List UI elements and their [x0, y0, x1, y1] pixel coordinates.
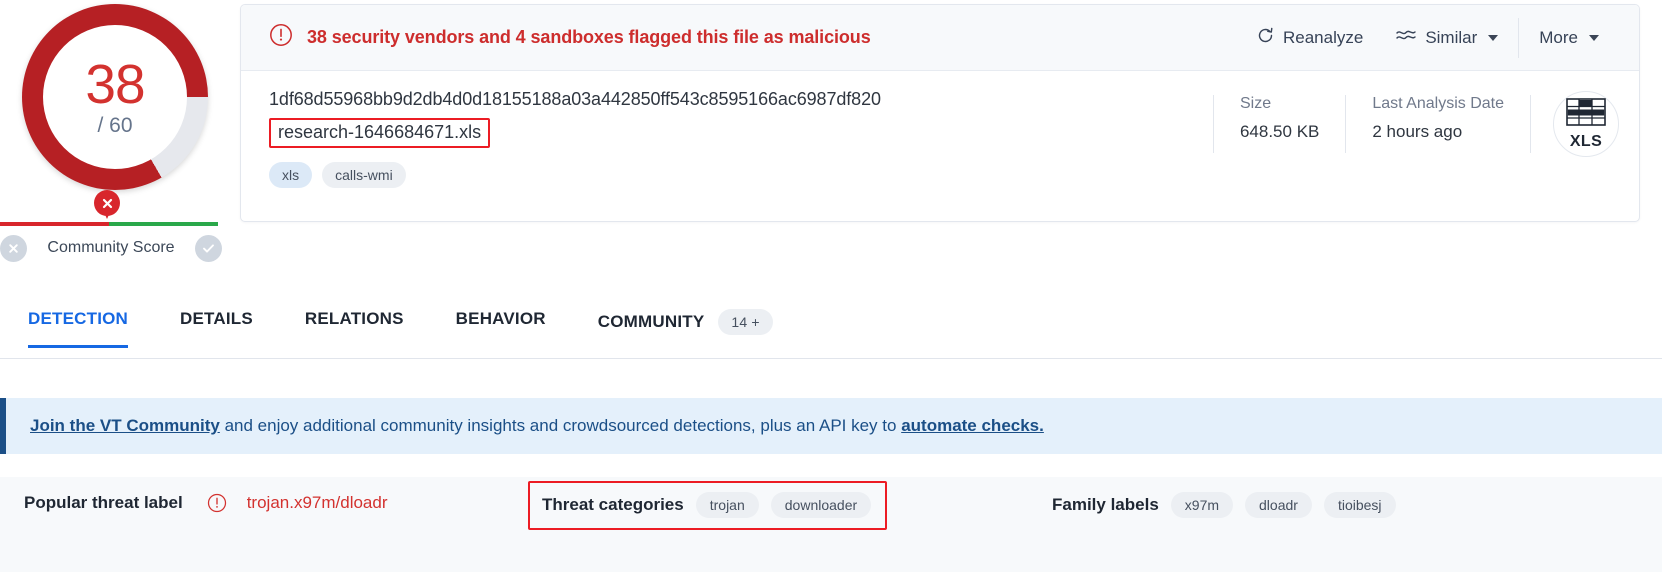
- threat-category-chip[interactable]: downloader: [770, 492, 872, 518]
- check-circle-icon[interactable]: [195, 234, 222, 262]
- exclamation-circle-icon: [269, 23, 293, 52]
- file-tag[interactable]: calls-wmi: [322, 162, 406, 188]
- tab-detection[interactable]: DETECTION: [28, 305, 129, 348]
- alert-message: 38 security vendors and 4 sandboxes flag…: [307, 27, 871, 47]
- vt-community-banner: Join the VT Community and enjoy addition…: [0, 398, 1662, 454]
- join-community-link[interactable]: Join the VT Community: [30, 416, 220, 435]
- community-bar-harmless: [109, 222, 218, 226]
- card-body: 1df68d55968bb9d2db4d0d18155188a03a442850…: [241, 71, 1639, 221]
- detection-score-panel: 38 / 60 Community Score: [0, 0, 232, 272]
- file-size-value: 648.50 KB: [1239, 122, 1320, 141]
- family-label-chip[interactable]: x97m: [1170, 492, 1234, 518]
- family-labels-block: Family labels x97m dloadr tioibesj: [1052, 492, 1396, 518]
- threat-categories-highlight: Threat categories trojan downloader: [528, 481, 888, 530]
- tab-behavior[interactable]: BEHAVIOR: [456, 305, 546, 348]
- community-bar-malicious: [0, 222, 109, 226]
- detection-total: / 60: [97, 113, 133, 137]
- detection-count: 38: [85, 52, 145, 115]
- threat-category-chip[interactable]: trojan: [695, 492, 759, 518]
- gauge-center: 38 / 60: [43, 25, 187, 169]
- file-metadata: Size 648.50 KB Last Analysis Date 2 hour…: [1212, 89, 1619, 221]
- chevron-down-icon: [1488, 34, 1499, 41]
- file-name[interactable]: research-1646684671.xls: [278, 122, 481, 142]
- popular-threat-label-value[interactable]: trojan.x97m/dloadr: [247, 493, 388, 513]
- banner-middle-text: and enjoy additional community insights …: [219, 416, 902, 435]
- x-mark-icon: [94, 190, 120, 216]
- file-hash[interactable]: 1df68d55968bb9d2db4d0d18155188a03a442850…: [269, 89, 1213, 110]
- refresh-icon: [1256, 26, 1275, 50]
- tab-label: COMMUNITY: [597, 312, 705, 331]
- community-score-bar: [0, 222, 218, 226]
- file-size-block: Size 648.50 KB: [1214, 95, 1345, 142]
- reanalyze-button[interactable]: Reanalyze: [1240, 22, 1379, 54]
- popular-threat-label-block: Popular threat label trojan.x97m/dloadr: [24, 493, 388, 513]
- more-button[interactable]: More: [1523, 24, 1615, 52]
- popular-threat-label-title: Popular threat label: [24, 493, 183, 512]
- family-labels-title: Family labels: [1052, 495, 1159, 514]
- chevron-down-icon: [1589, 34, 1599, 41]
- tab-label: RELATIONS: [304, 309, 404, 328]
- card-header-actions: Reanalyze Similar More: [1240, 17, 1615, 58]
- virustotal-file-report: 38 / 60 Community Score 38 security vend…: [0, 0, 1662, 572]
- reanalyze-label: Reanalyze: [1282, 27, 1364, 47]
- community-count-badge: 14 +: [718, 309, 773, 335]
- x-circle-icon[interactable]: [0, 234, 27, 262]
- detection-gauge: 38 / 60: [22, 4, 208, 190]
- file-tags: xls calls-wmi: [269, 162, 1213, 188]
- spreadsheet-icon: [1566, 97, 1606, 131]
- file-tag[interactable]: xls: [269, 162, 313, 188]
- threat-categories-title: Threat categories: [542, 495, 684, 514]
- tab-label: BEHAVIOR: [455, 309, 546, 328]
- banner-message: Join the VT Community and enjoy addition…: [30, 416, 1044, 436]
- malicious-verdict-pin: [94, 190, 120, 223]
- report-tabs: DETECTION DETAILS RELATIONS BEHAVIOR COM…: [0, 305, 1662, 359]
- community-score-row: Community Score: [0, 232, 222, 264]
- file-name-highlight: research-1646684671.xls: [269, 118, 491, 148]
- automate-checks-link[interactable]: automate checks.: [901, 416, 1044, 435]
- tab-label: DETAILS: [180, 309, 253, 328]
- meta-divider: [1530, 95, 1531, 153]
- community-score-label: Community Score: [47, 239, 175, 256]
- file-summary-card: 38 security vendors and 4 sandboxes flag…: [240, 4, 1640, 222]
- tab-community[interactable]: COMMUNITY 14 +: [598, 305, 773, 354]
- tab-label: DETECTION: [28, 309, 129, 328]
- family-label-chip[interactable]: tioibesj: [1323, 492, 1396, 518]
- file-size-label: Size: [1239, 95, 1272, 112]
- similar-button[interactable]: Similar: [1379, 23, 1514, 52]
- header-divider: [1518, 17, 1520, 58]
- more-label: More: [1539, 27, 1578, 47]
- tab-details[interactable]: DETAILS: [180, 305, 253, 348]
- card-header: 38 security vendors and 4 sandboxes flag…: [241, 5, 1639, 71]
- tab-relations[interactable]: RELATIONS: [305, 305, 404, 348]
- last-analysis-label: Last Analysis Date: [1372, 95, 1504, 112]
- file-type-badge: XLS: [1553, 91, 1619, 157]
- similar-waves-icon: [1395, 27, 1417, 48]
- last-analysis-block: Last Analysis Date 2 hours ago: [1346, 95, 1530, 142]
- file-type-label: XLS: [1569, 132, 1603, 150]
- family-label-chip[interactable]: dloadr: [1245, 492, 1312, 518]
- malicious-alert: 38 security vendors and 4 sandboxes flag…: [269, 23, 1240, 52]
- last-analysis-value: 2 hours ago: [1372, 122, 1463, 141]
- file-identity: 1df68d55968bb9d2db4d0d18155188a03a442850…: [269, 89, 1213, 221]
- exclamation-circle-icon: [207, 493, 227, 513]
- similar-label: Similar: [1425, 27, 1478, 47]
